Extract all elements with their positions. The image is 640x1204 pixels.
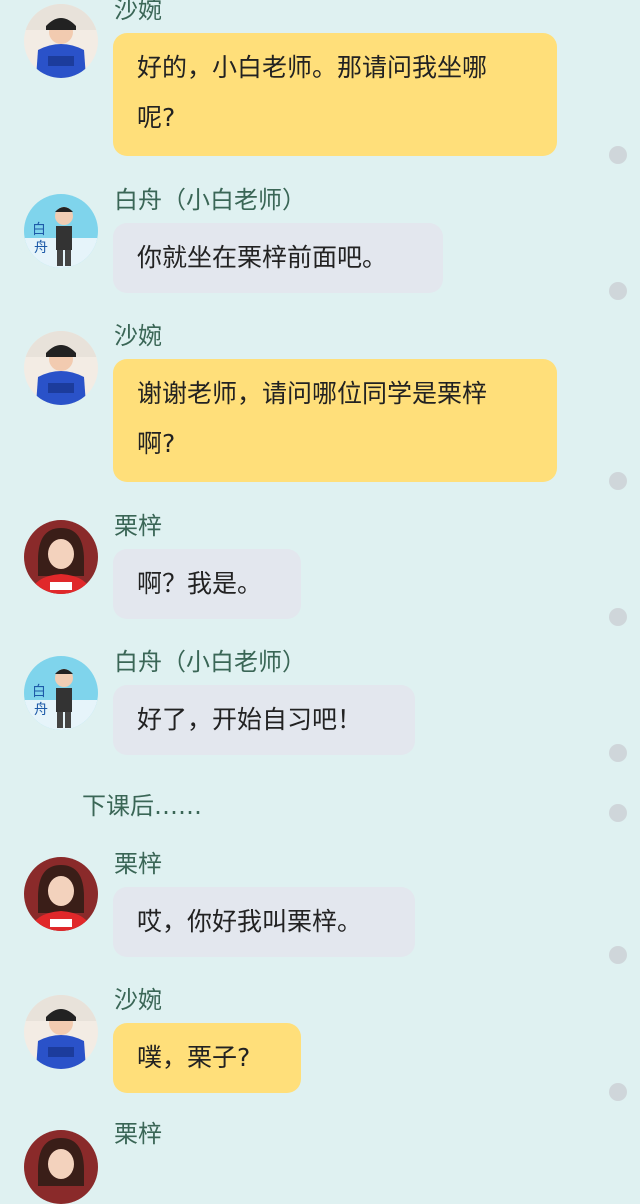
message-bubble[interactable]: 好的，小白老师。那请问我坐哪 呢? <box>113 33 557 156</box>
message-indicator-dot <box>609 804 627 822</box>
lizi-avatar[interactable] <box>24 520 98 594</box>
sender-name: 白舟（小白老师） <box>114 186 306 214</box>
lizi-avatar-image <box>24 1130 98 1204</box>
svg-text:白: 白 <box>32 222 46 238</box>
message-bubble[interactable]: 谢谢老师，请问哪位同学是栗梓 啊? <box>113 359 557 482</box>
message-indicator-dot <box>609 1083 627 1101</box>
svg-text:舟: 舟 <box>34 702 48 718</box>
message-indicator-dot <box>609 472 627 490</box>
message-bubble[interactable]: 噗，栗子? <box>113 1023 301 1093</box>
lizi-avatar-image <box>24 520 98 594</box>
sender-name: 沙婉 <box>114 322 162 350</box>
baizhou-avatar[interactable]: 白 舟 <box>24 656 98 730</box>
message-bubble[interactable]: 啊？我是。 <box>113 549 301 619</box>
shawan-avatar-image <box>24 4 98 78</box>
message-bubble[interactable]: 哎，你好我叫栗梓。 <box>113 887 415 957</box>
sender-name: 白舟（小白老师） <box>114 648 306 676</box>
sender-name: 沙婉 <box>114 986 162 1014</box>
sender-name: 沙婉 <box>114 0 162 24</box>
shawan-avatar-image <box>24 995 98 1069</box>
baizhou-avatar-image: 白 舟 <box>24 194 98 268</box>
message-indicator-dot <box>609 744 627 762</box>
baizhou-avatar[interactable]: 白 舟 <box>24 194 98 268</box>
lizi-avatar-image <box>24 857 98 931</box>
lizi-avatar[interactable] <box>24 1130 98 1204</box>
message-indicator-dot <box>609 282 627 300</box>
message-bubble[interactable]: 好了，开始自习吧！ <box>113 685 415 755</box>
message-bubble[interactable]: 你就坐在栗梓前面吧。 <box>113 223 443 293</box>
message-indicator-dot <box>609 608 627 626</box>
sender-name: 栗梓 <box>114 1120 162 1148</box>
message-indicator-dot <box>609 146 627 164</box>
baizhou-avatar-image: 白 舟 <box>24 656 98 730</box>
message-indicator-dot <box>609 946 627 964</box>
shawan-avatar[interactable] <box>24 331 98 405</box>
shawan-avatar[interactable] <box>24 995 98 1069</box>
sender-name: 栗梓 <box>114 512 162 540</box>
sender-name: 栗梓 <box>114 850 162 878</box>
narration-text: 下课后…… <box>82 792 202 820</box>
svg-text:白: 白 <box>32 684 46 700</box>
shawan-avatar[interactable] <box>24 4 98 78</box>
lizi-avatar[interactable] <box>24 857 98 931</box>
svg-text:舟: 舟 <box>34 240 48 256</box>
shawan-avatar-image <box>24 331 98 405</box>
